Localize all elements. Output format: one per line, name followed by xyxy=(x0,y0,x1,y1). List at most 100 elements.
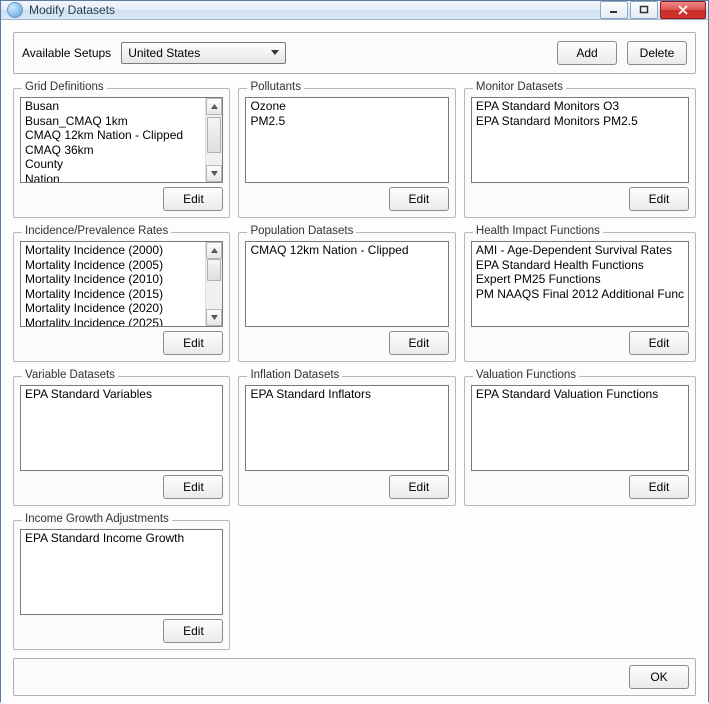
group-variable: Variable DatasetsEPA Standard VariablesE… xyxy=(13,376,230,506)
close-button[interactable] xyxy=(660,1,706,19)
group-footer: Edit xyxy=(245,187,448,211)
scroll-up-button[interactable] xyxy=(206,242,222,259)
list-item[interactable]: EPA Standard Income Growth xyxy=(21,531,222,546)
scroll-track[interactable] xyxy=(206,115,222,165)
list-item[interactable]: PM NAAQS Final 2012 Additional Func xyxy=(472,287,688,302)
edit-button-inflation[interactable]: Edit xyxy=(389,475,449,499)
setup-selected-value: United States xyxy=(128,46,200,60)
edit-button-health[interactable]: Edit xyxy=(629,331,689,355)
listbox-population[interactable]: CMAQ 12km Nation - Clipped xyxy=(245,241,448,327)
edit-button-population[interactable]: Edit xyxy=(389,331,449,355)
group-valuation: Valuation FunctionsEPA Standard Valuatio… xyxy=(464,376,696,506)
list-item[interactable]: EPA Standard Monitors O3 xyxy=(472,99,688,114)
list-item[interactable]: Busan xyxy=(21,99,205,114)
add-button[interactable]: Add xyxy=(557,41,617,65)
list-item[interactable]: Ozone xyxy=(246,99,447,114)
group-label: Variable Datasets xyxy=(22,369,118,381)
edit-button-incidence[interactable]: Edit xyxy=(163,331,223,355)
group-income: Income Growth AdjustmentsEPA Standard In… xyxy=(13,520,230,650)
edit-button-monitor[interactable]: Edit xyxy=(629,187,689,211)
titlebar: Modify Datasets xyxy=(1,1,708,20)
setup-panel: Available Setups United States Add Delet… xyxy=(13,32,696,74)
list-item[interactable]: EPA Standard Monitors PM2.5 xyxy=(472,114,688,129)
scroll-track[interactable] xyxy=(206,259,222,309)
list-item[interactable]: County xyxy=(21,157,205,172)
listbox-incidence[interactable]: Mortality Incidence (2000)Mortality Inci… xyxy=(20,241,223,327)
ok-button[interactable]: OK xyxy=(629,665,689,689)
group-grid_defs: Grid DefinitionsBusanBusan_CMAQ 1kmCMAQ … xyxy=(13,88,230,218)
edit-button-grid_defs[interactable]: Edit xyxy=(163,187,223,211)
listbox-valuation[interactable]: EPA Standard Valuation Functions xyxy=(471,385,689,471)
group-label: Monitor Datasets xyxy=(473,81,566,93)
group-monitor: Monitor DatasetsEPA Standard Monitors O3… xyxy=(464,88,696,218)
available-setups-label: Available Setups xyxy=(22,46,111,60)
list-item[interactable]: Mortality Incidence (2025) xyxy=(21,316,205,328)
group-health: Health Impact FunctionsAMI - Age-Depende… xyxy=(464,232,696,362)
group-label: Health Impact Functions xyxy=(473,225,603,237)
list-item[interactable]: CMAQ 36km xyxy=(21,143,205,158)
scroll-down-button[interactable] xyxy=(206,165,222,182)
list-item[interactable]: EPA Standard Inflators xyxy=(246,387,447,402)
list-item[interactable]: CMAQ 12km Nation - Clipped xyxy=(246,243,447,258)
listbox-grid_defs[interactable]: BusanBusan_CMAQ 1kmCMAQ 12km Nation - Cl… xyxy=(20,97,223,183)
edit-button-valuation[interactable]: Edit xyxy=(629,475,689,499)
minimize-button[interactable] xyxy=(600,1,628,19)
list-item[interactable]: EPA Standard Variables xyxy=(21,387,222,402)
scroll-thumb[interactable] xyxy=(207,259,221,281)
list-item[interactable]: Mortality Incidence (2020) xyxy=(21,301,205,316)
edit-button-income[interactable]: Edit xyxy=(163,619,223,643)
scrollbar[interactable] xyxy=(205,98,222,182)
group-footer: Edit xyxy=(471,187,689,211)
list-item[interactable]: Mortality Incidence (2000) xyxy=(21,243,205,258)
group-footer: Edit xyxy=(471,331,689,355)
group-footer: Edit xyxy=(245,331,448,355)
group-label: Income Growth Adjustments xyxy=(22,513,172,525)
group-label: Inflation Datasets xyxy=(247,369,342,381)
listbox-variable[interactable]: EPA Standard Variables xyxy=(20,385,223,471)
list-item[interactable]: PM2.5 xyxy=(246,114,447,129)
listbox-monitor[interactable]: EPA Standard Monitors O3EPA Standard Mon… xyxy=(471,97,689,183)
list-item[interactable]: Mortality Incidence (2010) xyxy=(21,272,205,287)
list-item[interactable]: Mortality Incidence (2005) xyxy=(21,258,205,273)
list-item[interactable]: EPA Standard Valuation Functions xyxy=(472,387,688,402)
group-label: Incidence/Prevalence Rates xyxy=(22,225,171,237)
list-item[interactable]: Busan_CMAQ 1km xyxy=(21,114,205,129)
listbox-health[interactable]: AMI - Age-Dependent Survival RatesEPA St… xyxy=(471,241,689,327)
group-population: Population DatasetsCMAQ 12km Nation - Cl… xyxy=(238,232,455,362)
edit-button-pollutants[interactable]: Edit xyxy=(389,187,449,211)
edit-button-variable[interactable]: Edit xyxy=(163,475,223,499)
scroll-thumb[interactable] xyxy=(207,117,221,153)
list-item[interactable]: EPA Standard Health Functions xyxy=(472,258,688,273)
delete-button[interactable]: Delete xyxy=(627,41,687,65)
group-footer: Edit xyxy=(20,331,223,355)
listbox-inflation[interactable]: EPA Standard Inflators xyxy=(245,385,448,471)
chevron-up-icon xyxy=(211,104,218,109)
groups-grid: Grid DefinitionsBusanBusan_CMAQ 1kmCMAQ … xyxy=(13,82,696,650)
list-item[interactable]: Nation xyxy=(21,172,205,184)
list-item[interactable]: Mortality Incidence (2015) xyxy=(21,287,205,302)
listbox-pollutants[interactable]: OzonePM2.5 xyxy=(245,97,448,183)
maximize-button[interactable] xyxy=(630,1,658,19)
listbox-income[interactable]: EPA Standard Income Growth xyxy=(20,529,223,615)
scroll-down-button[interactable] xyxy=(206,309,222,326)
chevron-up-icon xyxy=(211,248,218,253)
group-incidence: Incidence/Prevalence RatesMortality Inci… xyxy=(13,232,230,362)
list-item[interactable]: Expert PM25 Functions xyxy=(472,272,688,287)
group-label: Population Datasets xyxy=(247,225,356,237)
window-controls xyxy=(600,1,706,19)
group-footer: Edit xyxy=(20,475,223,499)
scroll-up-button[interactable] xyxy=(206,98,222,115)
content-area: Available Setups United States Add Delet… xyxy=(1,20,708,704)
list-item[interactable]: CMAQ 12km Nation - Clipped xyxy=(21,128,205,143)
list-item[interactable]: AMI - Age-Dependent Survival Rates xyxy=(472,243,688,258)
setup-combobox[interactable]: United States xyxy=(121,42,286,64)
group-pollutants: PollutantsOzonePM2.5Edit xyxy=(238,88,455,218)
scrollbar[interactable] xyxy=(205,242,222,326)
group-footer: Edit xyxy=(245,475,448,499)
group-label: Pollutants xyxy=(247,81,304,93)
group-footer: Edit xyxy=(471,475,689,499)
group-label: Grid Definitions xyxy=(22,81,107,93)
chevron-down-icon xyxy=(267,45,283,61)
window: Modify Datasets Available Setups United … xyxy=(0,0,709,702)
maximize-icon xyxy=(639,5,649,15)
